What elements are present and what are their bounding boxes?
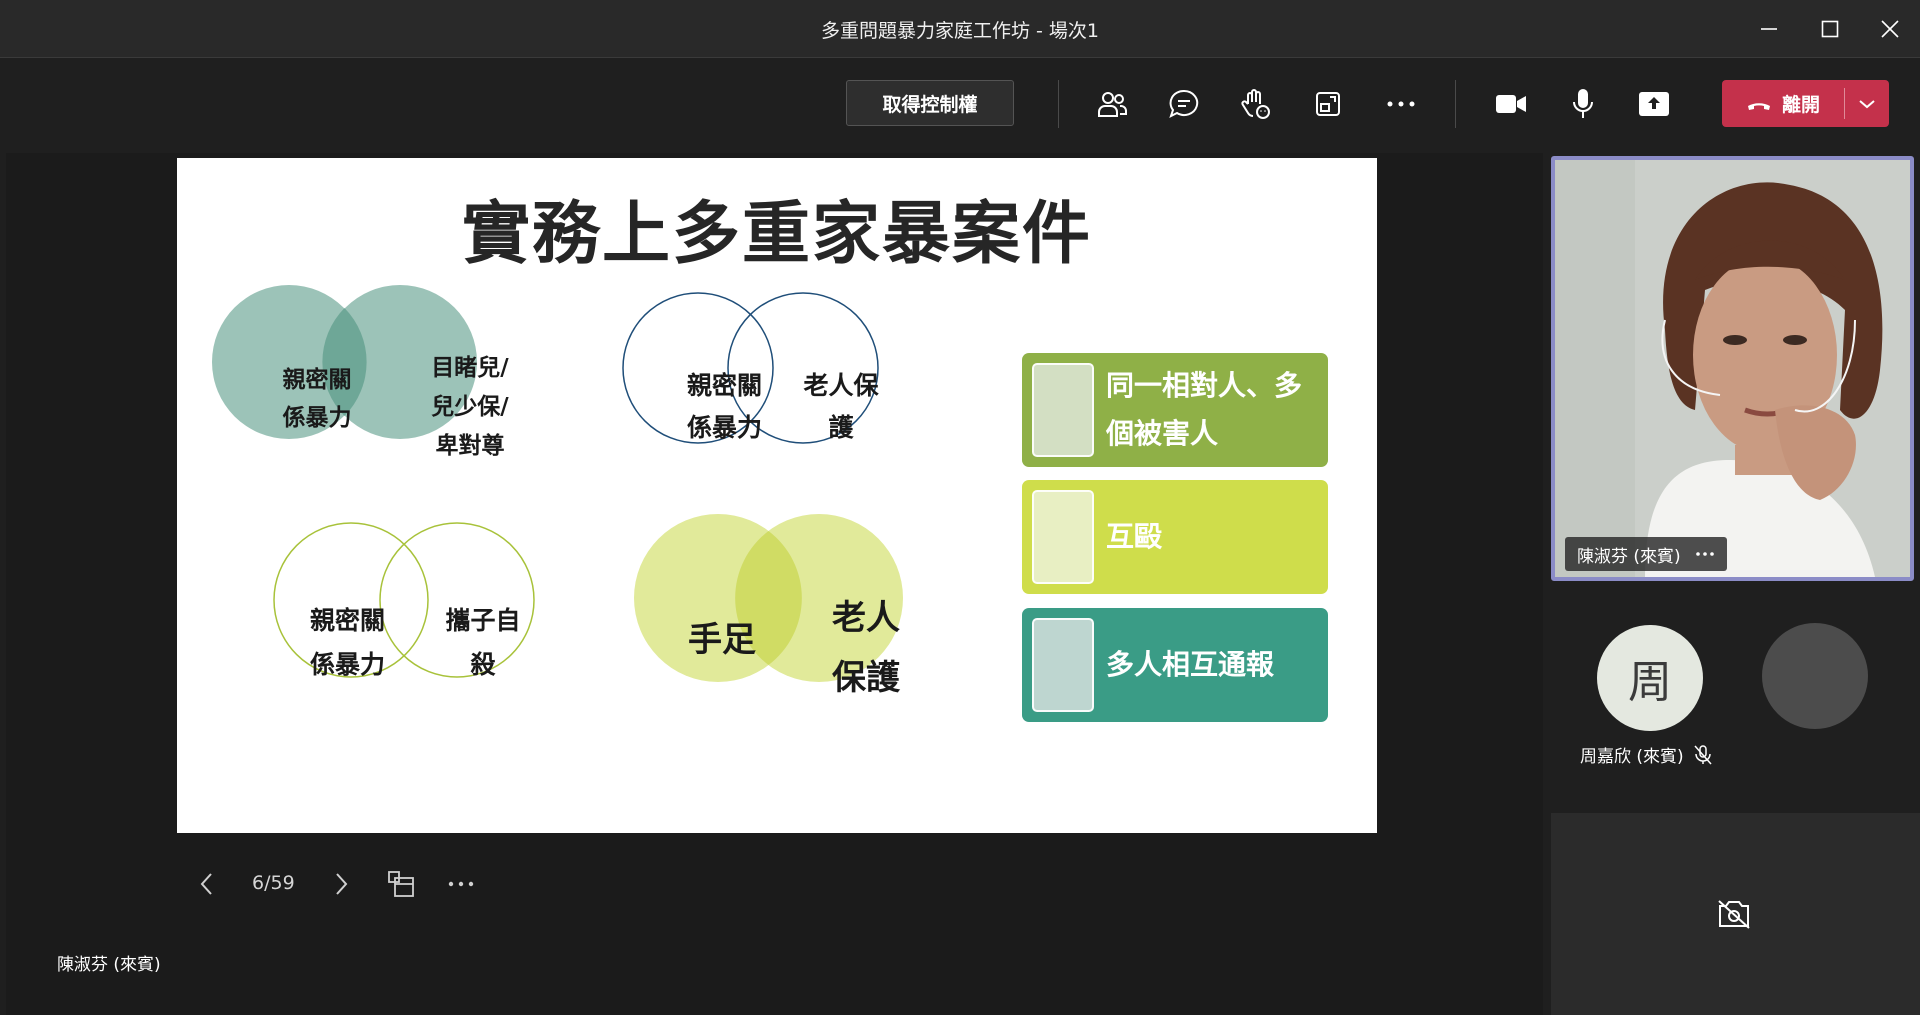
case-box-mutual-assault: 互毆 xyxy=(1022,480,1328,594)
participant-name-row: 周嘉欣 (來賓) xyxy=(1580,742,1712,767)
leave-label: 離開 xyxy=(1781,94,1820,116)
shared-slide: 實務上多重家暴案件 親密關 係暴力 目睹兒/兒少保/卑對尊 親密關 係暴力 老人保護… xyxy=(177,158,1377,833)
more-icon[interactable] xyxy=(1695,551,1715,557)
box-swatch xyxy=(1032,363,1094,457)
raise-hand-icon[interactable] xyxy=(1236,84,1276,124)
avatar[interactable]: 周 xyxy=(1597,625,1703,731)
window-title: 多重問題暴力家庭工作坊 - 場次1 xyxy=(820,20,1100,42)
leave-button[interactable]: 離開 xyxy=(1722,80,1844,127)
chevron-left-icon xyxy=(200,873,212,895)
minimize-button[interactable] xyxy=(1752,12,1786,46)
leave-options-button[interactable] xyxy=(1845,80,1889,127)
people-icon[interactable] xyxy=(1092,84,1132,124)
maximize-button[interactable] xyxy=(1813,12,1847,46)
venn2-right-label: 老人保護 xyxy=(803,371,879,442)
meeting-toolbar: 取得控制權 離開 xyxy=(0,59,1920,149)
minimize-icon xyxy=(1761,28,1777,30)
venn1-right-label: 目睹兒/兒少保/卑對尊 xyxy=(431,355,509,459)
previous-slide-button[interactable] xyxy=(190,868,222,900)
hang-up-icon xyxy=(1747,102,1770,110)
case-box-same-offender: 同一相對人、多 個被害人 xyxy=(1022,353,1328,467)
participant-name: 周嘉欣 (來賓) xyxy=(1580,747,1684,767)
slide-grid-icon xyxy=(388,871,414,897)
close-icon xyxy=(1881,20,1899,38)
more-icon xyxy=(448,881,474,887)
chevron-right-icon xyxy=(336,873,348,895)
avatar-initial: 周 xyxy=(1628,657,1672,708)
box-label: 同一相對人、多 個被害人 xyxy=(1106,369,1303,450)
box-label: 互毆 xyxy=(1106,520,1163,553)
presenter-name: 陳淑芬 (來賓) xyxy=(57,955,161,975)
box-swatch xyxy=(1032,490,1094,584)
share-tray-icon[interactable] xyxy=(1308,84,1348,124)
video-participant-name: 陳淑芬 (來賓) xyxy=(1577,546,1681,567)
slide-grid-button[interactable] xyxy=(385,868,417,900)
toolbar-divider xyxy=(1058,80,1059,128)
venn4-left-label: 手足 xyxy=(688,620,756,660)
participant-video-image xyxy=(1555,160,1910,577)
take-control-button[interactable]: 取得控制權 xyxy=(846,80,1014,126)
mic-muted-icon xyxy=(1694,744,1712,764)
maximize-icon xyxy=(1821,20,1839,38)
box-swatch xyxy=(1032,618,1094,712)
chevron-down-icon xyxy=(1859,99,1875,108)
camera-icon[interactable] xyxy=(1491,84,1531,124)
venn3-left-label: 親密關 係暴力 xyxy=(309,606,385,679)
window-title-bar: 多重問題暴力家庭工作坊 - 場次1 xyxy=(0,0,1920,58)
slide-page-number: 6/59 xyxy=(252,872,295,894)
leave-button-group: 離開 xyxy=(1722,80,1889,127)
video-name-tag: 陳淑芬 (來賓) xyxy=(1565,537,1727,571)
box-label: 多人相互通報 xyxy=(1106,648,1275,681)
chat-icon[interactable] xyxy=(1164,84,1204,124)
microphone-icon[interactable] xyxy=(1563,84,1603,124)
case-box-mutual-reporting: 多人相互通報 xyxy=(1022,608,1328,722)
next-slide-button[interactable] xyxy=(326,868,358,900)
participant-video-tile[interactable]: 陳淑芬 (來賓) xyxy=(1551,156,1914,581)
venn2-left-label: 親密關 係暴力 xyxy=(686,371,762,442)
camera-off-icon xyxy=(1718,900,1750,929)
close-button[interactable] xyxy=(1873,12,1907,46)
avatar[interactable] xyxy=(1762,623,1868,729)
venn3-right-label: 攜子自殺 xyxy=(445,606,521,679)
camera-off-tile xyxy=(1551,813,1920,1015)
slide-more-button[interactable] xyxy=(445,868,477,900)
venn4-right-label: 老人 保護 xyxy=(832,598,900,698)
venn1-left-label: 親密關 係暴力 xyxy=(282,367,352,431)
share-screen-icon[interactable] xyxy=(1634,84,1674,124)
more-options-icon[interactable] xyxy=(1381,84,1421,124)
toolbar-divider xyxy=(1455,80,1456,128)
